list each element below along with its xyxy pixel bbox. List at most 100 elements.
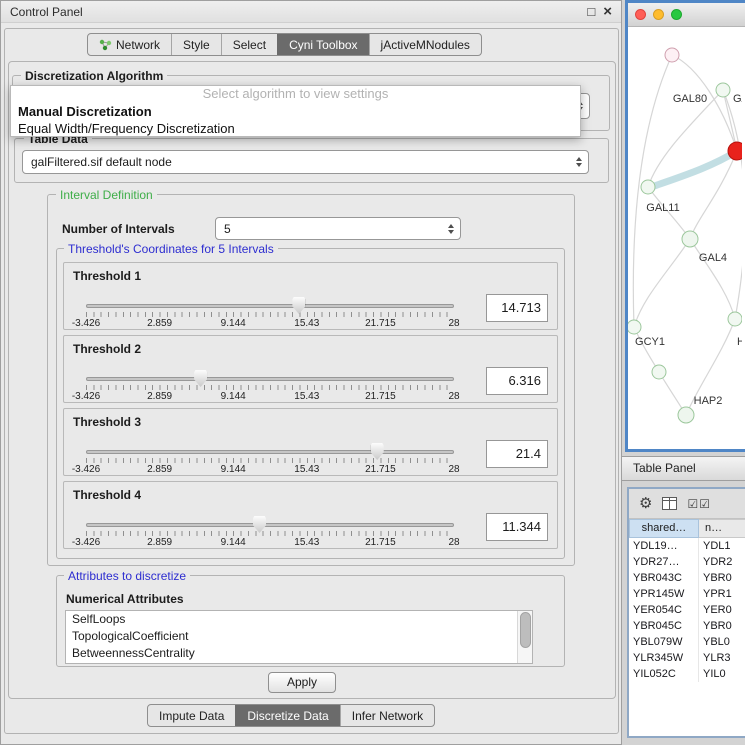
table-cell[interactable]: YLR345W xyxy=(629,650,699,666)
table-cell[interactable]: YDR2 xyxy=(699,554,745,570)
scale-label: 2.859 xyxy=(147,537,172,548)
tab-label: Infer Network xyxy=(352,709,423,723)
close-traffic-light-icon[interactable] xyxy=(635,9,646,20)
popup-option-equal-width-frequency[interactable]: Equal Width/Frequency Discretization xyxy=(11,120,580,137)
control-panel-window: Control Panel □ × Network Style Select xyxy=(0,0,622,745)
table-cell[interactable]: YBR0 xyxy=(699,570,745,586)
scale-label: 21.715 xyxy=(365,391,396,402)
threshold-panel: Threshold 4 -3.426 2.859 9.144 15.43 21.… xyxy=(63,481,558,549)
table-panel-header[interactable]: Table Panel xyxy=(622,456,745,481)
table-cell[interactable]: YIL0 xyxy=(699,666,745,682)
table-cell[interactable]: YER054C xyxy=(629,602,699,618)
threshold-value-field[interactable]: 21.4 xyxy=(486,440,548,468)
table-row[interactable]: YBR043CYBR0 xyxy=(629,570,745,586)
slider-track[interactable] xyxy=(86,304,454,308)
scale-label: 2.859 xyxy=(147,391,172,402)
scale-label: 28 xyxy=(448,318,459,329)
table-cell[interactable]: YBL079W xyxy=(629,634,699,650)
threshold-slider[interactable]: -3.426 2.859 9.144 15.43 21.715 28 xyxy=(86,450,454,476)
list-item[interactable]: SelfLoops xyxy=(66,611,532,628)
network-node xyxy=(652,365,666,379)
combo-stepper-icon xyxy=(576,157,582,167)
scale-label: 21.715 xyxy=(365,318,396,329)
numerical-attributes-list[interactable]: SelfLoopsTopologicalCoefficientBetweenne… xyxy=(65,610,533,664)
tab-cyni-toolbox[interactable]: Cyni Toolbox xyxy=(277,34,368,55)
tab-select[interactable]: Select xyxy=(221,34,277,55)
table-row[interactable]: YBL079WYBL0 xyxy=(629,634,745,650)
tab-network[interactable]: Network xyxy=(88,34,171,55)
slider-track[interactable] xyxy=(86,450,454,454)
float-window-icon[interactable]: □ xyxy=(587,5,595,18)
column-layout-icon[interactable] xyxy=(662,497,677,510)
threshold-slider[interactable]: -3.426 2.859 9.144 15.43 21.715 28 xyxy=(86,377,454,403)
threshold-slider[interactable]: -3.426 2.859 9.144 15.43 21.715 28 xyxy=(86,523,454,549)
node-label: GA xyxy=(733,93,742,105)
minimize-traffic-light-icon[interactable] xyxy=(653,9,664,20)
network-canvas[interactable]: GAL80 GA GAL11 GAL4 GCY1 H HAP2 xyxy=(628,27,745,449)
scale-label: 21.715 xyxy=(365,537,396,548)
settings-gear-icon[interactable]: ⚙ xyxy=(639,496,652,511)
table-data-combobox[interactable]: galFiltered.sif default node xyxy=(22,150,589,174)
slider-ticks xyxy=(86,385,454,390)
table-row[interactable]: YPR145WYPR1 xyxy=(629,586,745,602)
close-window-icon[interactable]: × xyxy=(603,4,612,19)
tab-discretize-data[interactable]: Discretize Data xyxy=(235,705,339,726)
slider-track[interactable] xyxy=(86,377,454,381)
popup-placeholder-item[interactable]: Select algorithm to view settings xyxy=(11,86,580,103)
slider-track[interactable] xyxy=(86,523,454,527)
column-header-shared-name[interactable]: shared… xyxy=(629,519,699,538)
list-scrollbar[interactable] xyxy=(517,611,532,663)
tab-infer-network[interactable]: Infer Network xyxy=(340,705,434,726)
tab-label: Discretize Data xyxy=(247,709,328,723)
table-cell[interactable]: YBR0 xyxy=(699,618,745,634)
tab-jactivemnodules[interactable]: jActiveMNodules xyxy=(369,34,481,55)
table-cell[interactable]: YBL0 xyxy=(699,634,745,650)
number-of-intervals-combobox[interactable]: 5 xyxy=(215,217,461,240)
threshold-label: Threshold 4 xyxy=(73,488,141,502)
node-label: GAL4 xyxy=(699,252,727,264)
table-row[interactable]: YDR27…YDR2 xyxy=(629,554,745,570)
table-row[interactable]: YBR045CYBR0 xyxy=(629,618,745,634)
table-cell[interactable]: YIL052C xyxy=(629,666,699,682)
apply-button[interactable]: Apply xyxy=(268,672,336,693)
network-window-titlebar[interactable] xyxy=(628,3,745,27)
scale-label: -3.426 xyxy=(72,537,100,548)
control-panel-titlebar[interactable]: Control Panel □ × xyxy=(1,1,621,23)
table-cell[interactable]: YBR043C xyxy=(629,570,699,586)
highlighted-edge[interactable] xyxy=(646,151,737,189)
tab-label: jActiveMNodules xyxy=(381,38,470,52)
node-table-body[interactable]: YDL19…YDL1YDR27…YDR2YBR043CYBR0YPR145WYP… xyxy=(629,538,745,736)
table-row[interactable]: YIL052CYIL0 xyxy=(629,666,745,682)
scrollbar-thumb[interactable] xyxy=(520,612,531,648)
scale-label: -3.426 xyxy=(72,464,100,475)
table-cell[interactable]: YDL1 xyxy=(699,538,745,554)
threshold-value-field[interactable]: 14.713 xyxy=(486,294,548,322)
threshold-label: Threshold 3 xyxy=(73,415,141,429)
threshold-value-field[interactable]: 11.344 xyxy=(486,513,548,541)
scale-label: 28 xyxy=(448,537,459,548)
network-node xyxy=(678,407,694,423)
table-cell[interactable]: YPR145W xyxy=(629,586,699,602)
table-cell[interactable]: YDL19… xyxy=(629,538,699,554)
table-cell[interactable]: YDR27… xyxy=(629,554,699,570)
popup-option-manual-discretization[interactable]: Manual Discretization xyxy=(11,103,580,120)
column-header-name[interactable]: n… xyxy=(699,519,745,538)
table-cell[interactable]: YPR1 xyxy=(699,586,745,602)
select-columns-icon[interactable]: ☑☑ xyxy=(687,498,711,510)
table-cell[interactable]: YER0 xyxy=(699,602,745,618)
zoom-traffic-light-icon[interactable] xyxy=(671,9,682,20)
list-item[interactable]: BetweennessCentrality xyxy=(66,645,532,662)
table-cell[interactable]: YBR045C xyxy=(629,618,699,634)
tab-style[interactable]: Style xyxy=(171,34,221,55)
node-label: GAL11 xyxy=(646,202,679,214)
table-row[interactable]: YER054CYER0 xyxy=(629,602,745,618)
threshold-slider[interactable]: -3.426 2.859 9.144 15.43 21.715 28 xyxy=(86,304,454,330)
network-node xyxy=(716,83,730,97)
tab-impute-data[interactable]: Impute Data xyxy=(148,705,235,726)
list-item[interactable]: TopologicalCoefficient xyxy=(66,628,532,645)
threshold-value-field[interactable]: 6.316 xyxy=(486,367,548,395)
table-row[interactable]: YDL19…YDL1 xyxy=(629,538,745,554)
table-row[interactable]: YLR345WYLR3 xyxy=(629,650,745,666)
scale-label: 15.43 xyxy=(294,464,319,475)
table-cell[interactable]: YLR3 xyxy=(699,650,745,666)
